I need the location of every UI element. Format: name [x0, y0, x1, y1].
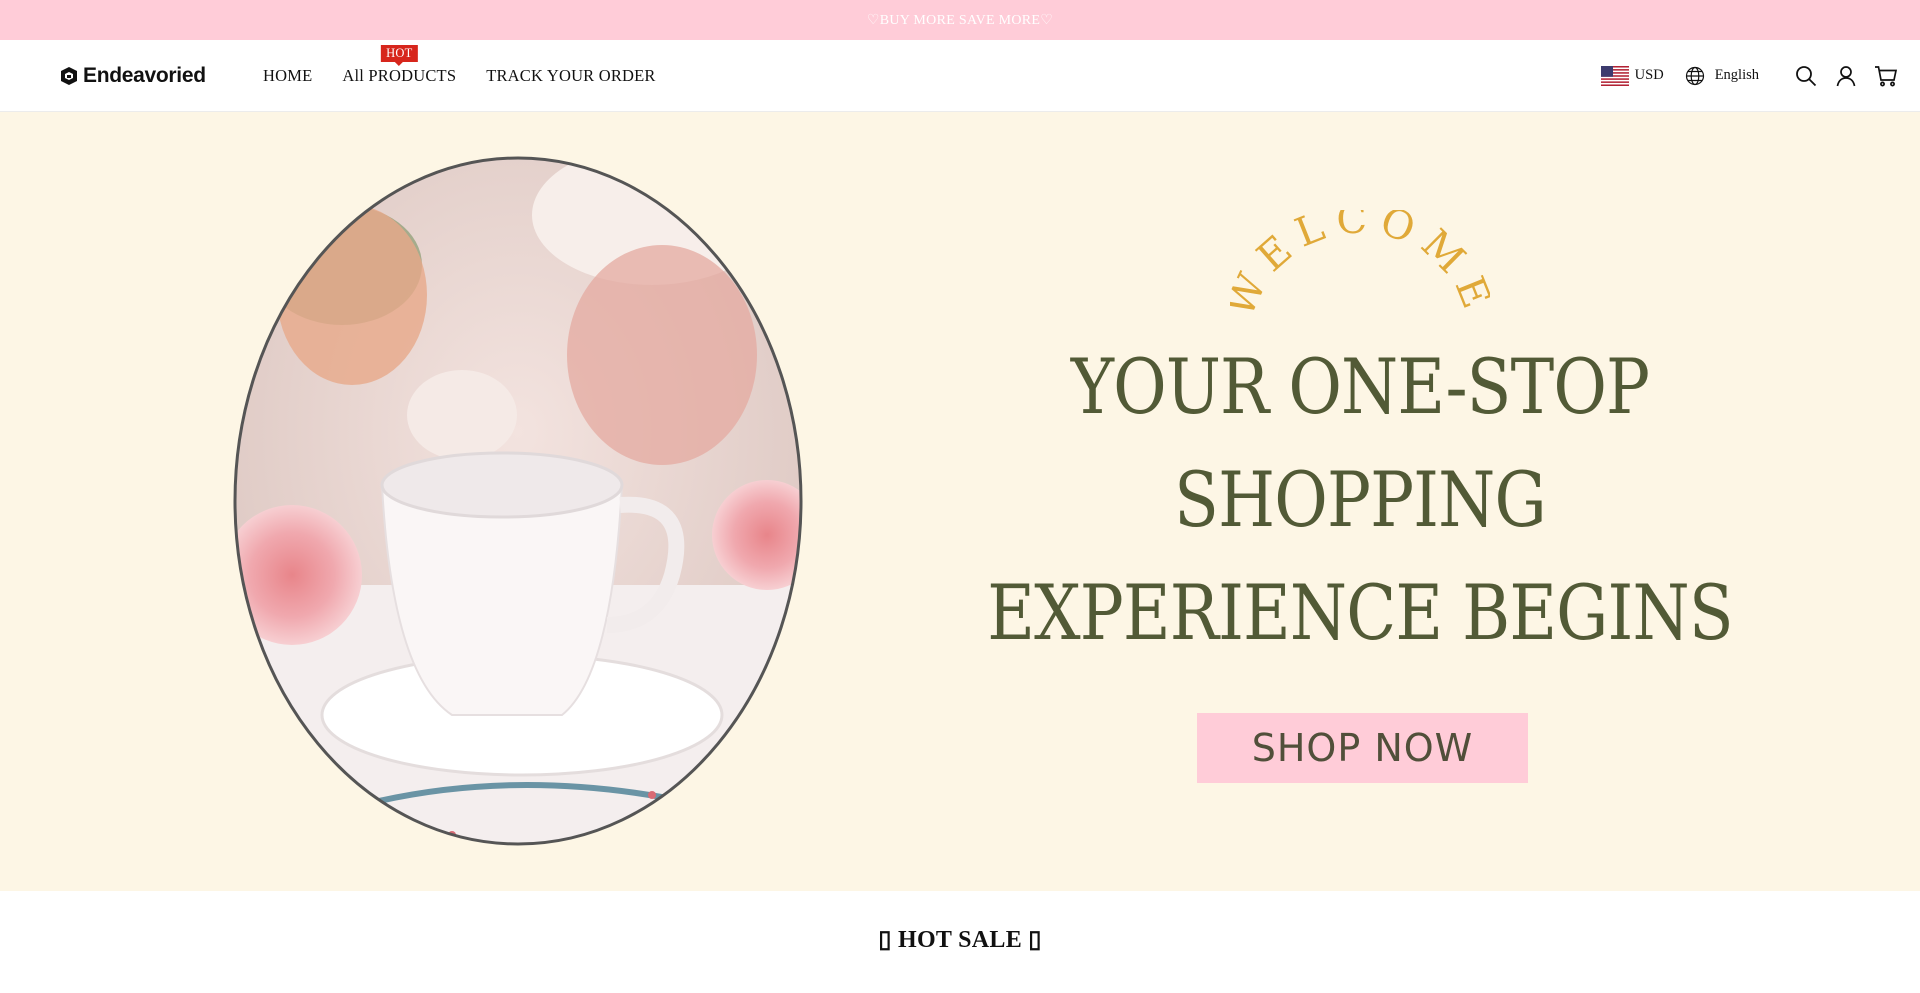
headline-line-3: EXPERIENCE BEGINS: [987, 568, 1733, 657]
site-header: Endeavoried HOME All PRODUCTS HOT TRACK …: [0, 40, 1920, 112]
brand-name: Endeavoried: [83, 64, 206, 87]
account-icon: [1836, 65, 1856, 86]
hot-badge: HOT: [381, 44, 418, 66]
hot-sale-title: ▯ HOT SALE ▯: [878, 927, 1042, 953]
main-nav: HOME All PRODUCTS HOT TRACK YOUR ORDER: [263, 40, 656, 111]
header-tools: USD English: [1600, 40, 1898, 111]
hero-teacup-image[interactable]: [232, 155, 804, 847]
brand-logo-icon: [61, 67, 77, 85]
account-button[interactable]: [1834, 64, 1858, 88]
welcome-arc-text: WELCOME: [1230, 210, 1490, 320]
nav-home[interactable]: HOME: [263, 66, 312, 86]
search-icon: [1796, 65, 1817, 86]
announcement-text: ♡BUY MORE SAVE MORE♡: [866, 12, 1054, 28]
nav-all-products[interactable]: All PRODUCTS HOT: [342, 44, 457, 86]
svg-text:WELCOME: WELCOME: [1230, 210, 1490, 320]
headline-line-2: SHOPPING: [1174, 455, 1547, 544]
cart-icon: [1875, 65, 1898, 86]
nav-track-order[interactable]: TRACK YOUR ORDER: [486, 66, 655, 86]
language-selector[interactable]: English: [1685, 66, 1759, 86]
announcement-bar: ♡BUY MORE SAVE MORE♡: [0, 0, 1920, 40]
hot-sale-heading: ▯ HOT SALE ▯: [0, 925, 1920, 954]
cart-button[interactable]: [1874, 64, 1898, 88]
brand-logo[interactable]: Endeavoried: [57, 64, 206, 88]
welcome-text: WELCOME: [1230, 210, 1490, 320]
us-flag-icon: [1600, 65, 1629, 86]
shop-now-label: SHOP NOW: [1251, 726, 1474, 770]
language-label: English: [1714, 67, 1759, 83]
currency-label: USD: [1634, 67, 1664, 83]
currency-selector[interactable]: USD: [1600, 65, 1664, 86]
headline-line-1: YOUR ONE-STOP: [1070, 342, 1650, 431]
search-button[interactable]: [1794, 64, 1818, 88]
hero-headline: YOUR ONE-STOP SHOPPING EXPERIENCE BEGINS: [964, 330, 1755, 669]
globe-icon: [1685, 66, 1704, 85]
shop-now-button[interactable]: SHOP NOW: [1197, 713, 1528, 783]
nav-all-products-label: All PRODUCTS: [342, 65, 457, 85]
